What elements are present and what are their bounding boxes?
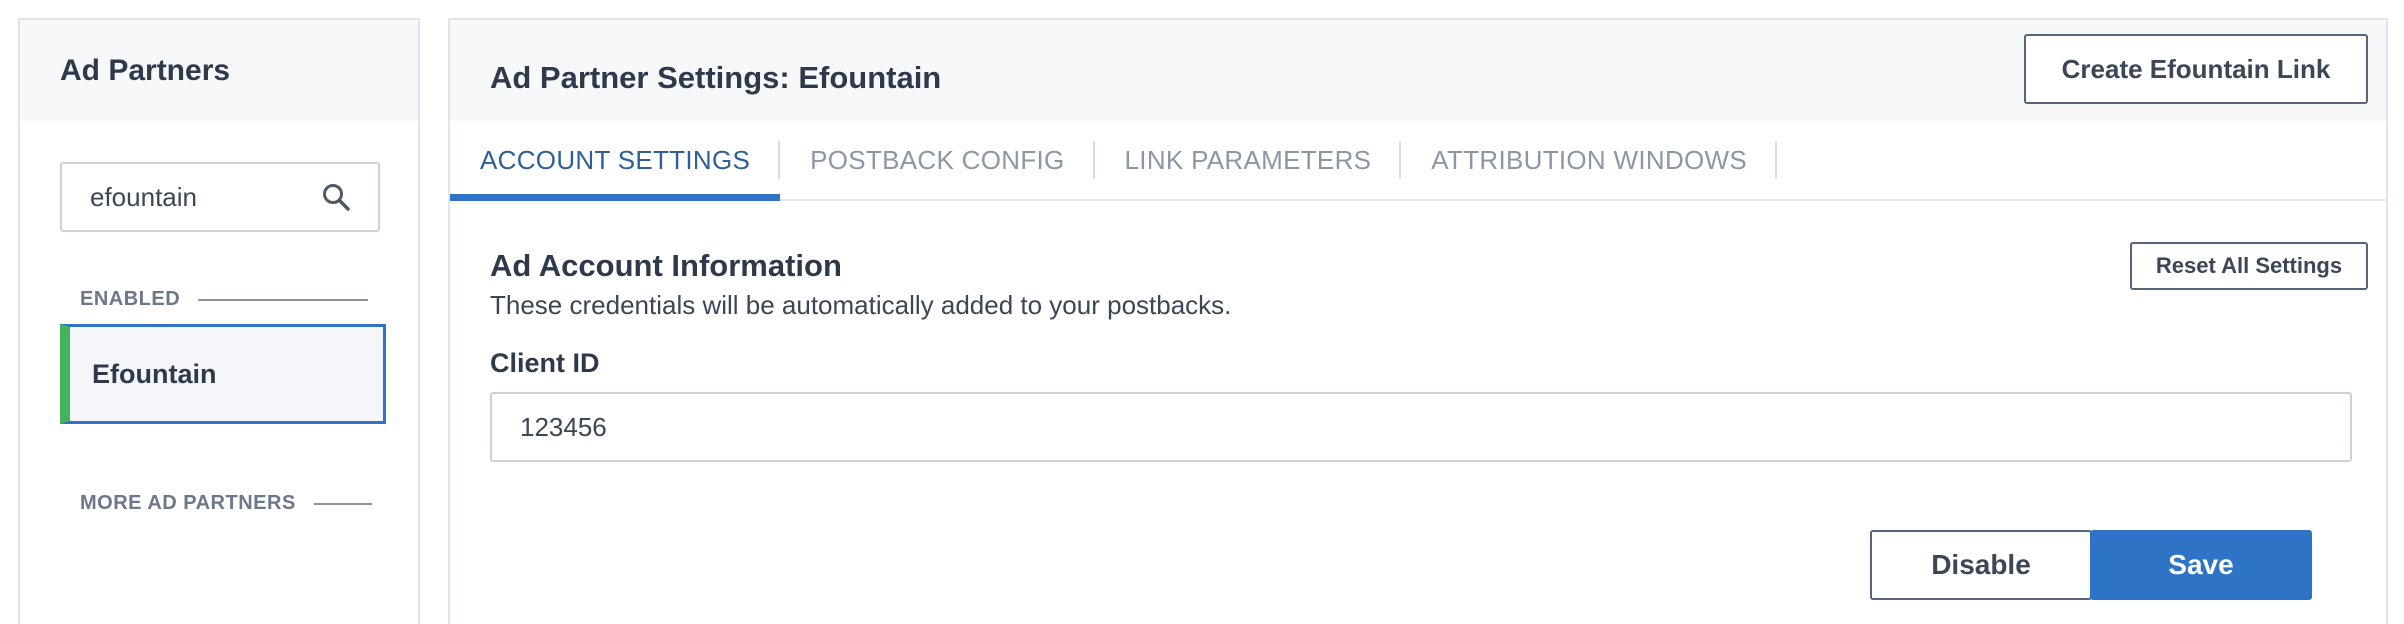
client-id-value[interactable]: 123456 xyxy=(520,412,607,443)
partner-item-efountain[interactable]: Efountain xyxy=(60,324,386,424)
tab-label: LINK PARAMETERS xyxy=(1124,144,1372,175)
tab-link-parameters[interactable]: LINK PARAMETERS xyxy=(1095,121,1402,199)
partner-settings-panel: Ad Partner Settings: Efountain Create Ef… xyxy=(448,18,2388,624)
divider xyxy=(313,502,372,505)
client-id-input[interactable]: 123456 xyxy=(490,392,2352,462)
tab-separator xyxy=(1775,141,1778,179)
client-id-label: Client ID xyxy=(490,348,600,378)
sidebar-header: Ad Partners xyxy=(20,20,418,121)
search-input-value[interactable]: efountain xyxy=(90,182,314,213)
disable-button[interactable]: Disable xyxy=(1870,530,2092,600)
enabled-section-label: ENABLED xyxy=(80,288,369,311)
tab-label: ATTRIBUTION WINDOWS xyxy=(1431,144,1748,175)
tab-label: POSTBACK CONFIG xyxy=(810,144,1065,175)
save-button[interactable]: Save xyxy=(2090,530,2312,600)
partner-item-label: Efountain xyxy=(92,358,217,389)
more-partners-section-label: MORE AD PARTNERS xyxy=(80,492,372,515)
ad-partners-sidebar: Ad Partners efountain ENABLED Efountain … xyxy=(18,18,420,624)
tab-attribution-windows[interactable]: ATTRIBUTION WINDOWS xyxy=(1401,121,1778,199)
settings-tabs: ACCOUNT SETTINGS POSTBACK CONFIG LINK PA… xyxy=(450,121,2386,201)
tab-account-settings[interactable]: ACCOUNT SETTINGS xyxy=(450,121,781,201)
section-description: These credentials will be automatically … xyxy=(490,290,1232,320)
tab-label: ACCOUNT SETTINGS xyxy=(480,144,751,175)
reset-all-settings-button[interactable]: Reset All Settings xyxy=(2130,242,2368,290)
enabled-label-text: ENABLED xyxy=(80,288,181,310)
search-icon[interactable] xyxy=(314,175,358,219)
more-partners-label-text: MORE AD PARTNERS xyxy=(80,492,296,514)
divider xyxy=(198,298,369,301)
create-link-button[interactable]: Create Efountain Link xyxy=(2024,34,2368,104)
section-title: Ad Account Information xyxy=(490,248,842,283)
page-title: Ad Partner Settings: Efountain xyxy=(490,60,942,95)
tab-postback-config[interactable]: POSTBACK CONFIG xyxy=(780,121,1095,199)
sidebar-title: Ad Partners xyxy=(60,54,231,87)
panel-header: Ad Partner Settings: Efountain Create Ef… xyxy=(450,20,2386,121)
partner-search-input[interactable]: efountain xyxy=(60,162,380,232)
